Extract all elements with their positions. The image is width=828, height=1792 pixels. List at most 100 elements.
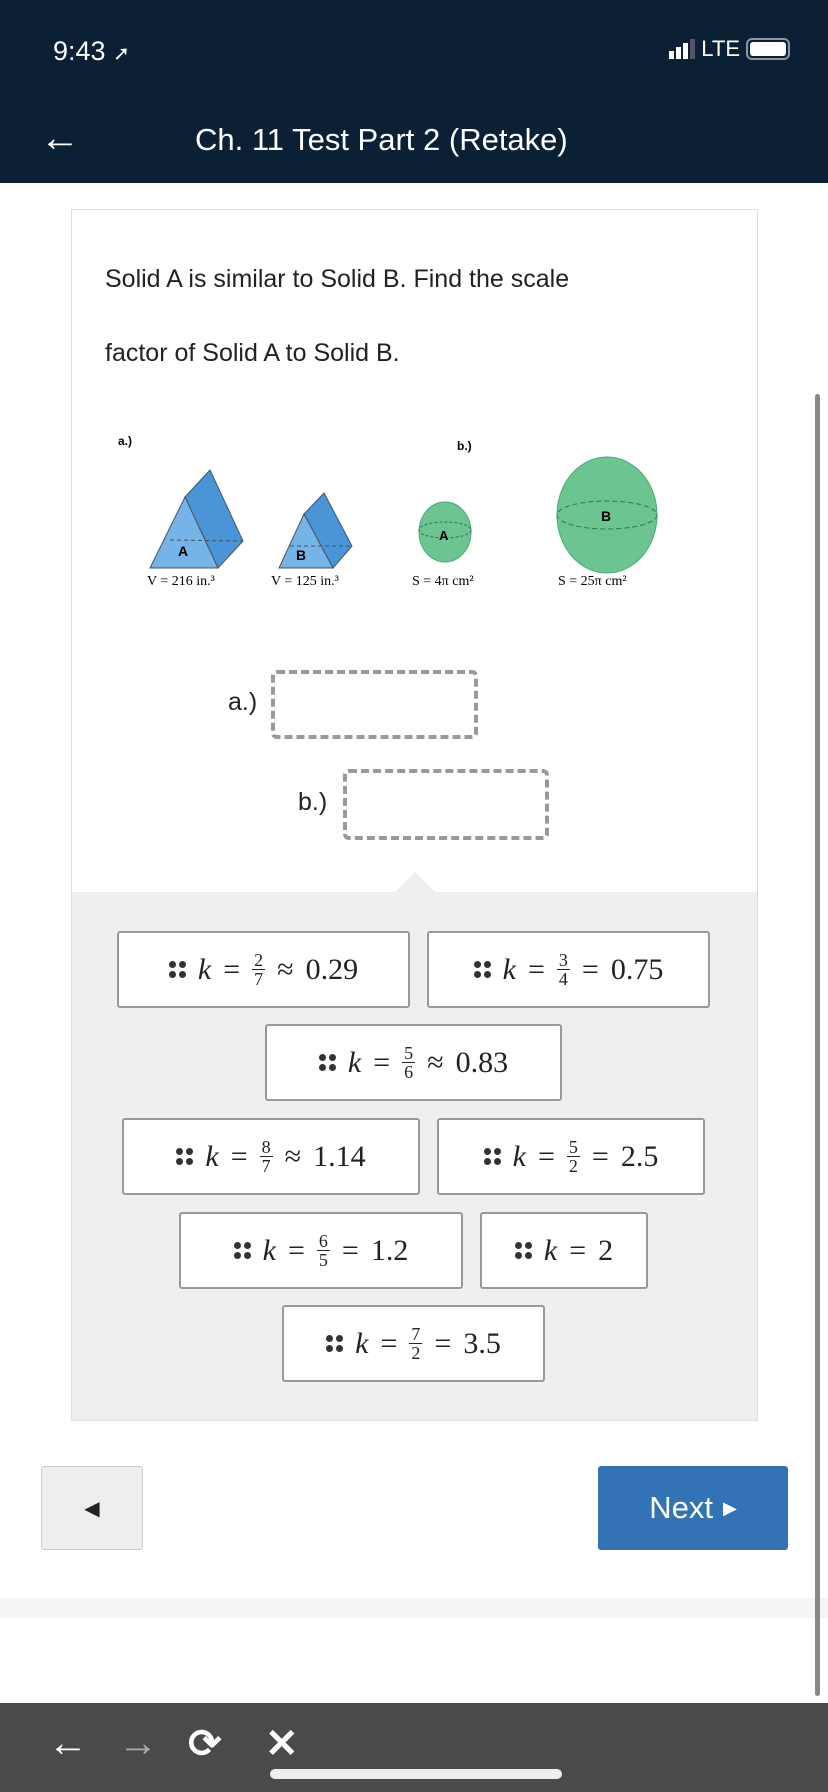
time-text: 9:43 <box>53 36 106 66</box>
relation: = <box>434 1326 452 1360</box>
page-title: Ch. 11 Test Part 2 (Retake) <box>195 122 568 157</box>
svg-text:A: A <box>439 528 449 543</box>
decimal-value: 1.14 <box>313 1139 366 1173</box>
decimal-value: 1.2 <box>370 1233 409 1267</box>
location-icon: ➚ <box>113 43 130 65</box>
figure-label-b: b.) <box>457 439 472 453</box>
decimal-value: 0.29 <box>305 952 359 986</box>
relation: = <box>380 1326 398 1360</box>
relation: = <box>223 952 241 986</box>
home-indicator <box>270 1769 562 1779</box>
close-icon[interactable]: ✕ <box>265 1721 299 1767</box>
fraction: 34 <box>556 950 570 989</box>
numerator: 2 <box>252 950 266 970</box>
relation: = <box>537 1139 555 1173</box>
choice-tile[interactable]: k = 5 6 ≈0.83 <box>265 1024 562 1101</box>
fraction: 52 <box>566 1137 580 1176</box>
numerator: 7 <box>409 1324 423 1344</box>
decimal-value: 2.5 <box>620 1139 659 1173</box>
answer-b-label: b.) <box>298 788 328 816</box>
drag-handle-icon[interactable] <box>326 1335 344 1352</box>
variable-k: k <box>502 952 516 986</box>
drag-handle-icon[interactable] <box>473 961 491 978</box>
question-text-line2: factor of Solid A to Solid B. <box>105 339 400 367</box>
variable-k: k <box>543 1233 558 1267</box>
relation: = <box>581 952 599 986</box>
caption-sphere-a: S = 4π cm² <box>412 574 474 589</box>
relation: = <box>341 1233 359 1267</box>
drag-handle-icon[interactable] <box>176 1148 194 1165</box>
numerator: 5 <box>566 1137 580 1157</box>
decimal-value: 0.83 <box>455 1045 509 1079</box>
answer-a-dropzone[interactable] <box>271 670 478 739</box>
fraction: 72 <box>409 1324 423 1363</box>
status-time: 9:43 ➚ <box>53 36 130 67</box>
denominator: 5 <box>318 1250 328 1270</box>
browser-toolbar: ← → ⟳ ✕ <box>0 1703 828 1792</box>
caret-left-icon: ◀ <box>84 1497 100 1520</box>
variable-k: k <box>512 1139 526 1173</box>
next-button[interactable]: Next ▶ <box>598 1466 788 1550</box>
fraction: 87 <box>259 1137 273 1176</box>
relation: = <box>569 1233 587 1267</box>
svg-text:B: B <box>601 508 611 524</box>
denominator: 7 <box>261 1156 271 1176</box>
sphere-b: B <box>556 456 658 574</box>
back-arrow-icon[interactable]: ← <box>40 118 80 158</box>
svg-text:B: B <box>296 547 306 563</box>
decimal-value: 3.5 <box>463 1326 501 1360</box>
relation: ≈ <box>277 952 294 986</box>
relation: ≈ <box>284 1139 302 1173</box>
fraction: 27 <box>252 950 266 989</box>
relation: = <box>527 952 545 986</box>
previous-button[interactable]: ◀ <box>41 1466 143 1550</box>
variable-k: k <box>262 1233 276 1267</box>
caption-prism-b: V = 125 in.³ <box>271 574 339 589</box>
question-text-line1: Solid A is similar to Solid B. Find the … <box>105 265 570 293</box>
variable-k: k <box>355 1326 369 1360</box>
signal-icon <box>669 39 696 59</box>
denominator: 4 <box>558 969 568 989</box>
denominator: 2 <box>568 1156 578 1176</box>
caret-right-icon: ▶ <box>722 1497 737 1518</box>
denominator: 2 <box>411 1343 421 1363</box>
choice-tile[interactable]: k = 6 5 = 1.2 <box>179 1212 463 1289</box>
denominator: 7 <box>254 969 264 989</box>
browser-forward-icon[interactable]: → <box>118 1721 158 1766</box>
scrollbar[interactable] <box>815 394 820 1696</box>
numerator: 8 <box>259 1137 273 1157</box>
caption-sphere-b: S = 25π cm² <box>558 574 627 589</box>
drag-handle-icon[interactable] <box>483 1148 501 1165</box>
choice-tile[interactable]: k = 8 7 ≈1.14 <box>122 1118 420 1195</box>
choice-tile[interactable]: k = 3 4 = 0.75 <box>427 931 710 1008</box>
numerator: 6 <box>316 1231 330 1251</box>
figure-label-a: a.) <box>118 434 132 448</box>
drag-handle-icon[interactable] <box>318 1054 336 1071</box>
battery-icon <box>746 38 790 60</box>
drag-handle-icon[interactable] <box>168 961 186 978</box>
answer-a-label: a.) <box>228 688 258 716</box>
caption-prism-a: V = 216 in.³ <box>147 574 215 589</box>
relation: = <box>287 1233 305 1267</box>
drag-handle-icon[interactable] <box>233 1242 251 1259</box>
tray-pointer <box>395 872 435 892</box>
choice-tile[interactable]: k = 2 <box>480 1212 648 1289</box>
relation: ≈ <box>427 1045 444 1079</box>
choice-tile[interactable]: k = 7 2 = 3.5 <box>282 1305 545 1382</box>
reload-icon[interactable]: ⟳ <box>188 1721 222 1767</box>
decimal-value: 2 <box>598 1233 614 1267</box>
prism-a: A <box>149 469 244 569</box>
next-label: Next <box>649 1490 713 1525</box>
choice-tile[interactable]: k = 2 7 ≈0.29 <box>117 931 410 1008</box>
browser-back-icon[interactable]: ← <box>48 1721 88 1766</box>
network-label: LTE <box>701 36 740 61</box>
numerator: 3 <box>556 950 570 970</box>
drag-handle-icon[interactable] <box>514 1242 532 1259</box>
relation: = <box>591 1139 609 1173</box>
answer-b-dropzone[interactable] <box>343 769 549 840</box>
choice-tile[interactable]: k = 5 2 = 2.5 <box>437 1118 705 1195</box>
prism-b: B <box>278 492 353 569</box>
numerator: 5 <box>402 1043 416 1063</box>
decimal-value: 0.75 <box>610 952 664 986</box>
fraction: 56 <box>402 1043 416 1081</box>
